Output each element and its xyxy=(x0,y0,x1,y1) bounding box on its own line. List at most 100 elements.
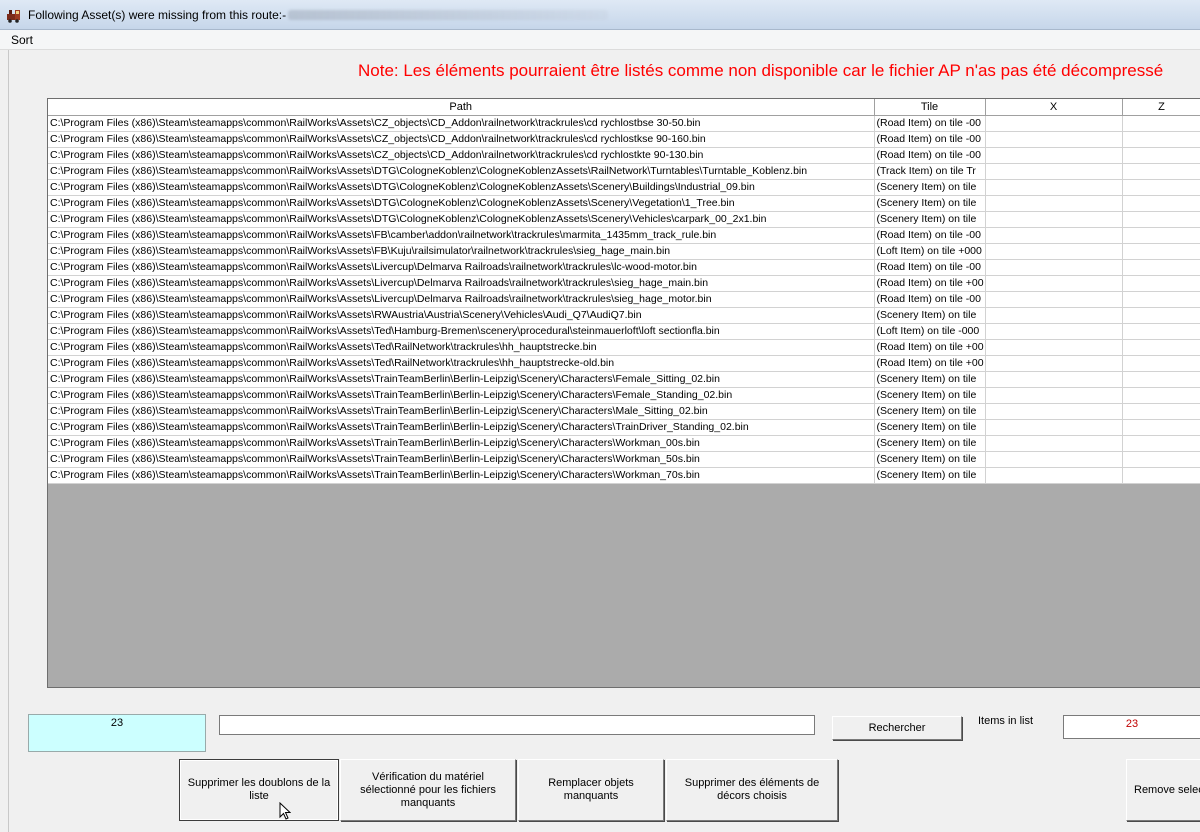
cell-tile: (Road Item) on tile -00 xyxy=(874,259,986,276)
table-row[interactable]: C:\Program Files (x86)\Steam\steamapps\c… xyxy=(48,403,1200,420)
menu-bar: Sort xyxy=(0,30,1200,50)
cell-tile: (Scenery Item) on tile xyxy=(874,419,986,436)
cell-x xyxy=(985,243,1123,260)
cell-tile: (Scenery Item) on tile xyxy=(874,435,986,452)
menu-sort[interactable]: Sort xyxy=(6,33,38,47)
assets-table: Path Tile X Z C:\Program Files (x86)\Ste… xyxy=(48,99,1200,484)
table-row[interactable]: C:\Program Files (x86)\Steam\steamapps\c… xyxy=(48,195,1200,212)
search-input[interactable] xyxy=(219,715,815,735)
table-row[interactable]: C:\Program Files (x86)\Steam\steamapps\c… xyxy=(48,355,1200,372)
table-row[interactable]: C:\Program Files (x86)\Steam\steamapps\c… xyxy=(48,259,1200,276)
items-in-list-label: Items in list xyxy=(978,715,1034,727)
cell-path: C:\Program Files (x86)\Steam\steamapps\c… xyxy=(48,403,875,420)
verify-selected-button[interactable]: Vérification du matériel sélectionné pou… xyxy=(340,759,516,821)
remove-selected-button[interactable]: Remove selected xyxy=(1126,759,1200,821)
table-row[interactable]: C:\Program Files (x86)\Steam\steamapps\c… xyxy=(48,227,1200,244)
table-row[interactable]: C:\Program Files (x86)\Steam\steamapps\c… xyxy=(48,243,1200,260)
cell-z xyxy=(1122,291,1200,308)
table-row[interactable]: C:\Program Files (x86)\Steam\steamapps\c… xyxy=(48,147,1200,164)
cell-x xyxy=(985,323,1123,340)
cell-path: C:\Program Files (x86)\Steam\steamapps\c… xyxy=(48,163,875,180)
delete-scenery-button[interactable]: Supprimer des éléments de décors choisis xyxy=(666,759,838,821)
table-row[interactable]: C:\Program Files (x86)\Steam\steamapps\c… xyxy=(48,307,1200,324)
column-header-x[interactable]: X xyxy=(985,99,1123,116)
remove-duplicates-button[interactable]: Supprimer les doublons de la liste xyxy=(179,759,339,821)
cell-x xyxy=(985,291,1123,308)
cell-x xyxy=(985,307,1123,324)
cell-path: C:\Program Files (x86)\Steam\steamapps\c… xyxy=(48,307,875,324)
cell-path: C:\Program Files (x86)\Steam\steamapps\c… xyxy=(48,291,875,308)
table-row[interactable]: C:\Program Files (x86)\Steam\steamapps\c… xyxy=(48,435,1200,452)
remove-duplicates-label: Supprimer les doublons de la liste xyxy=(187,777,331,802)
cell-z xyxy=(1122,131,1200,148)
items-count-field: 23 xyxy=(1063,715,1200,739)
cell-z xyxy=(1122,451,1200,468)
table-row[interactable]: C:\Program Files (x86)\Steam\steamapps\c… xyxy=(48,371,1200,388)
warning-note: Note: Les éléments pourraient être listé… xyxy=(358,61,1164,80)
cell-x xyxy=(985,419,1123,436)
cell-z xyxy=(1122,355,1200,372)
column-header-path[interactable]: Path xyxy=(48,99,875,116)
cell-x xyxy=(985,163,1123,180)
cell-z xyxy=(1122,339,1200,356)
table-row[interactable]: C:\Program Files (x86)\Steam\steamapps\c… xyxy=(48,323,1200,340)
table-row[interactable]: C:\Program Files (x86)\Steam\steamapps\c… xyxy=(48,179,1200,196)
missing-assets-grid[interactable]: Path Tile X Z C:\Program Files (x86)\Ste… xyxy=(47,98,1200,688)
cell-x xyxy=(985,435,1123,452)
cell-z xyxy=(1122,467,1200,484)
table-row[interactable]: C:\Program Files (x86)\Steam\steamapps\c… xyxy=(48,275,1200,292)
cell-z xyxy=(1122,211,1200,228)
cell-tile: (Road Item) on tile +00 xyxy=(874,355,986,372)
cell-path: C:\Program Files (x86)\Steam\steamapps\c… xyxy=(48,435,875,452)
cell-tile: (Scenery Item) on tile xyxy=(874,179,986,196)
search-button[interactable]: Rechercher xyxy=(832,716,962,740)
table-row[interactable]: C:\Program Files (x86)\Steam\steamapps\c… xyxy=(48,419,1200,436)
cell-path: C:\Program Files (x86)\Steam\steamapps\c… xyxy=(48,467,875,484)
train-icon xyxy=(7,10,20,23)
table-row[interactable]: C:\Program Files (x86)\Steam\steamapps\c… xyxy=(48,115,1200,132)
table-row[interactable]: C:\Program Files (x86)\Steam\steamapps\c… xyxy=(48,339,1200,356)
cell-z xyxy=(1122,179,1200,196)
cell-tile: (Scenery Item) on tile xyxy=(874,211,986,228)
title-bar: Following Asset(s) were missing from thi… xyxy=(0,0,1200,30)
cell-path: C:\Program Files (x86)\Steam\steamapps\c… xyxy=(48,243,875,260)
cell-x xyxy=(985,467,1123,484)
cell-path: C:\Program Files (x86)\Steam\steamapps\c… xyxy=(48,451,875,468)
cell-z xyxy=(1122,435,1200,452)
cell-z xyxy=(1122,419,1200,436)
cell-z xyxy=(1122,307,1200,324)
window-title-path-blurred xyxy=(288,10,608,20)
cell-z xyxy=(1122,275,1200,292)
table-row[interactable]: C:\Program Files (x86)\Steam\steamapps\c… xyxy=(48,211,1200,228)
cell-path: C:\Program Files (x86)\Steam\steamapps\c… xyxy=(48,147,875,164)
table-row[interactable]: C:\Program Files (x86)\Steam\steamapps\c… xyxy=(48,291,1200,308)
table-body: C:\Program Files (x86)\Steam\steamapps\c… xyxy=(48,115,1200,484)
cell-z xyxy=(1122,323,1200,340)
cell-x xyxy=(985,227,1123,244)
column-header-tile[interactable]: Tile xyxy=(874,99,986,116)
cell-path: C:\Program Files (x86)\Steam\steamapps\c… xyxy=(48,355,875,372)
cell-path: C:\Program Files (x86)\Steam\steamapps\c… xyxy=(48,195,875,212)
cell-z xyxy=(1122,227,1200,244)
table-row[interactable]: C:\Program Files (x86)\Steam\steamapps\c… xyxy=(48,163,1200,180)
mouse-pointer-icon xyxy=(279,802,291,820)
cell-path: C:\Program Files (x86)\Steam\steamapps\c… xyxy=(48,259,875,276)
table-row[interactable]: C:\Program Files (x86)\Steam\steamapps\c… xyxy=(48,131,1200,148)
cell-path: C:\Program Files (x86)\Steam\steamapps\c… xyxy=(48,179,875,196)
cell-x xyxy=(985,403,1123,420)
table-row[interactable]: C:\Program Files (x86)\Steam\steamapps\c… xyxy=(48,451,1200,468)
window-title: Following Asset(s) were missing from thi… xyxy=(28,8,287,22)
cell-x xyxy=(985,339,1123,356)
selected-count-box: 23 xyxy=(28,714,206,752)
cell-path: C:\Program Files (x86)\Steam\steamapps\c… xyxy=(48,323,875,340)
column-header-z[interactable]: Z xyxy=(1122,99,1200,116)
cell-x xyxy=(985,211,1123,228)
cell-x xyxy=(985,195,1123,212)
cell-x xyxy=(985,371,1123,388)
cell-path: C:\Program Files (x86)\Steam\steamapps\c… xyxy=(48,419,875,436)
cell-tile: (Scenery Item) on tile xyxy=(874,467,986,484)
cell-x xyxy=(985,451,1123,468)
table-row[interactable]: C:\Program Files (x86)\Steam\steamapps\c… xyxy=(48,387,1200,404)
table-row[interactable]: C:\Program Files (x86)\Steam\steamapps\c… xyxy=(48,467,1200,484)
replace-missing-button[interactable]: Remplacer objets manquants xyxy=(518,759,664,821)
